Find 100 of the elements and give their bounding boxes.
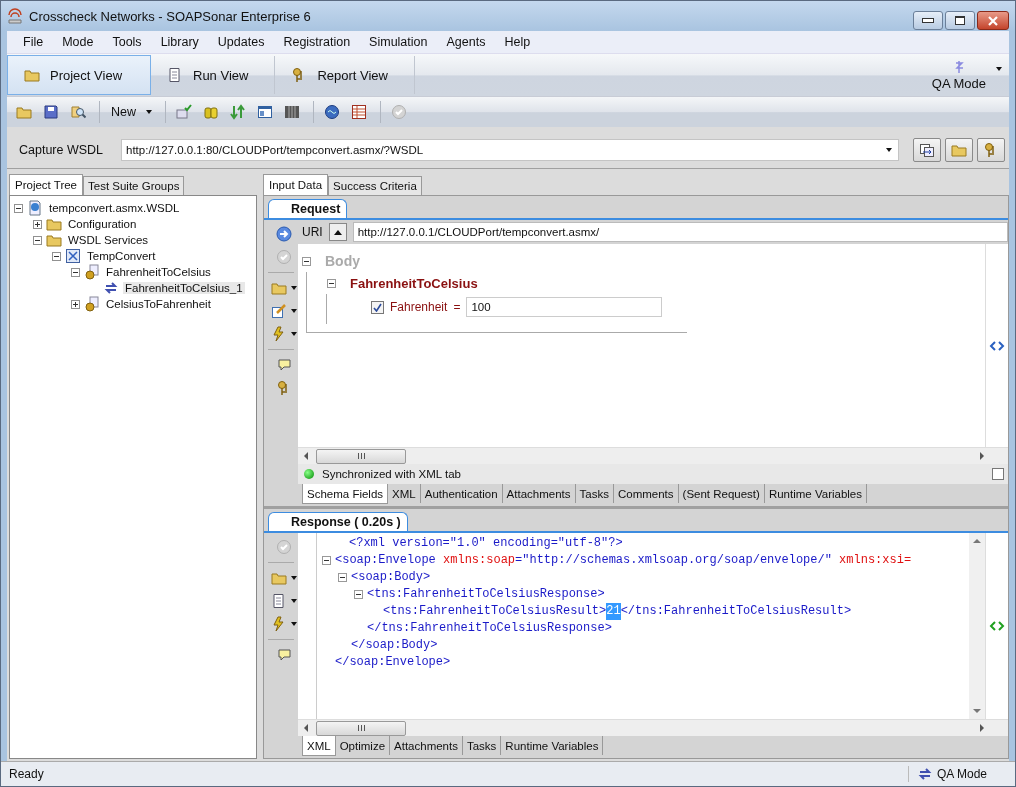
mode-icon[interactable] bbox=[953, 59, 964, 74]
view-button[interactable]: Project View bbox=[7, 55, 151, 95]
operation-label: FahrenheitToCelsius bbox=[350, 275, 478, 291]
checklist-icon[interactable] bbox=[176, 104, 192, 120]
check-icon[interactable] bbox=[276, 539, 292, 555]
tab[interactable]: XML bbox=[302, 736, 336, 756]
service-icon bbox=[65, 248, 81, 264]
xml-markup: </tns:FahrenheitToCelsiusResponse> bbox=[367, 620, 612, 637]
minimize-button[interactable] bbox=[913, 11, 943, 30]
menu-item[interactable]: Agents bbox=[436, 33, 495, 51]
tab[interactable]: Optimize bbox=[335, 736, 391, 755]
collapse-toggle[interactable] bbox=[302, 256, 311, 266]
tree-item[interactable]: Configuration bbox=[66, 218, 139, 230]
menu-item[interactable]: Tools bbox=[102, 33, 151, 51]
xml-markup: <tns:FahrenheitToCelsiusResult> bbox=[383, 603, 607, 620]
wsdl-url-field[interactable]: http://127.0.0.1:80/CLOUDPort/tempconvert.asmx/?WSDL bbox=[121, 139, 899, 161]
tab[interactable]: (Sent Request) bbox=[678, 484, 765, 503]
globe-icon[interactable] bbox=[324, 104, 340, 120]
collapse-button[interactable] bbox=[328, 223, 347, 241]
tree-item[interactable]: FahrenheitToCelsius_1 bbox=[123, 282, 245, 294]
open-folder-icon[interactable] bbox=[16, 104, 32, 120]
check-icon[interactable] bbox=[276, 249, 292, 265]
collapse-toggle[interactable] bbox=[14, 203, 23, 213]
expand-toggle[interactable] bbox=[71, 299, 80, 309]
tab[interactable]: Comments bbox=[613, 484, 679, 503]
menu-item[interactable]: File bbox=[13, 33, 53, 51]
maximize-button[interactable] bbox=[945, 11, 975, 30]
document-icon[interactable] bbox=[271, 593, 287, 609]
tab[interactable]: Project Tree bbox=[9, 174, 83, 195]
folder-icon[interactable] bbox=[951, 142, 967, 158]
collapse-toggle[interactable] bbox=[338, 573, 347, 582]
xml-value: 21 bbox=[606, 603, 621, 620]
tab[interactable]: Attachments bbox=[502, 484, 576, 503]
new-button[interactable]: New bbox=[107, 102, 158, 122]
columns-icon[interactable] bbox=[284, 104, 300, 120]
tree-item[interactable]: CelsiusToFahrenheit bbox=[104, 298, 213, 310]
window-icon[interactable] bbox=[257, 104, 273, 120]
tab[interactable]: Runtime Variables bbox=[764, 484, 867, 503]
section-tab[interactable]: Response ( 0.20s ) bbox=[268, 512, 408, 531]
menu-item[interactable]: Mode bbox=[52, 33, 103, 51]
field-label: URI bbox=[302, 225, 323, 239]
collapse-toggle[interactable] bbox=[33, 235, 42, 245]
import-icon[interactable] bbox=[919, 142, 935, 158]
tree-item[interactable]: TempConvert bbox=[85, 250, 158, 262]
search-icon[interactable] bbox=[70, 104, 86, 120]
lightning-icon[interactable] bbox=[271, 326, 287, 342]
check-icon[interactable] bbox=[391, 104, 407, 120]
equals-sign: = bbox=[453, 300, 461, 314]
collapse-toggle[interactable] bbox=[322, 556, 331, 565]
lightning-icon[interactable] bbox=[271, 616, 287, 632]
comment-icon[interactable] bbox=[276, 647, 292, 663]
close-icon[interactable] bbox=[987, 15, 999, 26]
checkbox[interactable] bbox=[992, 468, 1004, 480]
xml-markup: ="http://schemas.xmlsoap.org/soap/envelope/" bbox=[515, 552, 833, 569]
tree-item[interactable]: WSDL Services bbox=[66, 234, 151, 246]
grid-icon[interactable] bbox=[351, 104, 367, 120]
collapse-toggle[interactable] bbox=[354, 590, 363, 599]
view-button[interactable]: Report View bbox=[275, 56, 415, 94]
menu-item[interactable]: Simulation bbox=[359, 33, 437, 51]
tree-item[interactable]: FahrenheitToCelsius bbox=[104, 266, 213, 278]
tab[interactable]: Runtime Variables bbox=[501, 736, 604, 755]
xml-markup: <?xml version="1.0" encoding="utf-8"?> bbox=[349, 535, 623, 552]
mode-button[interactable]: QA Mode bbox=[931, 59, 986, 91]
tab[interactable]: Success Criteria bbox=[328, 176, 422, 195]
menu-item[interactable]: Help bbox=[494, 33, 540, 51]
view-button[interactable]: Run View bbox=[151, 56, 276, 94]
section-tab[interactable]: Request bbox=[268, 199, 348, 218]
collapse-toggle[interactable] bbox=[71, 267, 80, 277]
horizontal-scrollbar[interactable] bbox=[298, 447, 1008, 464]
vertical-scrollbar[interactable] bbox=[969, 533, 985, 719]
close-button[interactable] bbox=[977, 11, 1009, 30]
tab[interactable]: Input Data bbox=[263, 174, 329, 195]
tab[interactable]: XML bbox=[388, 484, 421, 503]
uri-field[interactable]: http://127.0.0.1/CLOUDPort/tempconvert.asmx/ bbox=[352, 222, 1008, 242]
status-dot bbox=[304, 469, 314, 479]
comment-icon[interactable] bbox=[276, 357, 292, 373]
tab[interactable]: Tasks bbox=[575, 484, 614, 503]
expand-toggle[interactable] bbox=[33, 219, 42, 229]
menu-item[interactable]: Updates bbox=[207, 33, 274, 51]
save-icon[interactable] bbox=[43, 104, 59, 120]
edit-icon[interactable] bbox=[271, 303, 287, 319]
tab[interactable]: Test Suite Groups bbox=[83, 176, 185, 195]
collapse-toggle[interactable] bbox=[327, 278, 336, 288]
checkbox[interactable] bbox=[371, 300, 384, 314]
xml-markup: <tns:FahrenheitToCelsiusResponse> bbox=[367, 586, 605, 603]
tab[interactable]: Authentication bbox=[420, 484, 503, 503]
tab[interactable]: Schema Fields bbox=[302, 484, 389, 504]
sort-arrows-icon[interactable] bbox=[230, 104, 246, 120]
menu-item[interactable]: Registration bbox=[273, 33, 360, 51]
tab[interactable]: Tasks bbox=[462, 736, 502, 755]
value-field[interactable]: 100 bbox=[466, 297, 663, 317]
xml-markup: </soap:Envelope> bbox=[335, 654, 451, 671]
tab[interactable]: Attachments bbox=[390, 736, 463, 755]
collapse-toggle[interactable] bbox=[52, 251, 61, 261]
send-icon[interactable] bbox=[276, 226, 292, 242]
up-arrow-icon[interactable] bbox=[332, 228, 343, 236]
database-icon[interactable] bbox=[203, 104, 219, 120]
horizontal-scrollbar[interactable] bbox=[298, 719, 1008, 736]
tree-item[interactable]: tempconvert.asmx.WSDL bbox=[47, 202, 182, 214]
menu-item[interactable]: Library bbox=[150, 33, 208, 51]
